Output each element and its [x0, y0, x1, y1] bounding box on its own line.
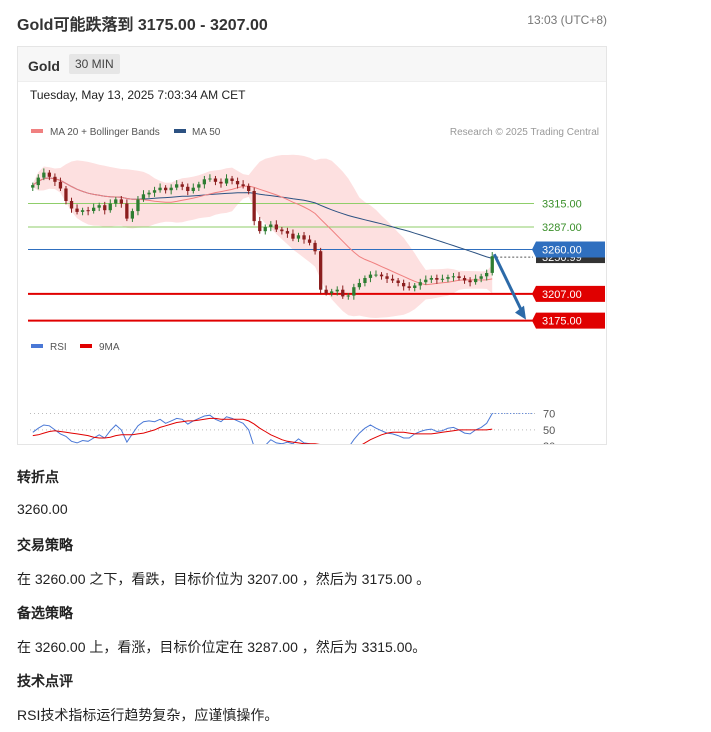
- level-label-3260-00: 3260.00: [542, 245, 582, 257]
- instrument-name: Gold: [28, 58, 60, 74]
- rsi-legend-swatch: [31, 344, 43, 348]
- price-chart: MA 20 + Bollinger Bands MA 50 Research ©…: [28, 127, 605, 444]
- alternative-heading: 备选策略: [17, 605, 73, 621]
- rsi-tick-label: 30: [543, 441, 555, 444]
- comment-heading: 技术点评: [17, 673, 73, 689]
- rsi-ma-legend-swatch: [80, 344, 92, 348]
- rsi-tick-label: 70: [543, 409, 555, 421]
- strategy-text: 在 3260.00 之下，看跌，目标价位为 3207.00 ，然后为 3175.…: [17, 571, 431, 587]
- level-label-3175-00: 3175.00: [542, 316, 582, 328]
- copyright-text: Research © 2025 Trading Central: [450, 127, 599, 138]
- publish-time: 13:03 (UTC+8): [527, 13, 607, 27]
- candle: [252, 187, 256, 226]
- rsi-legend-label: RSI: [50, 342, 67, 353]
- chart-datetime: Tuesday, May 13, 2025 7:03:34 AM CET: [30, 88, 246, 102]
- rsi-legend: RSI 9MA: [31, 342, 120, 353]
- candle: [319, 247, 323, 294]
- level-label-3207-00: 3207.00: [542, 289, 582, 301]
- ma20-legend-swatch: [31, 129, 43, 133]
- pivot-heading: 转折点: [17, 469, 59, 485]
- level-label-3315-00: 3315.00: [542, 199, 582, 211]
- chart-card-header: Gold 30 MIN: [18, 47, 606, 82]
- candle: [263, 224, 267, 235]
- article-title: Gold可能跌落到 3175.00 - 3207.00: [17, 17, 268, 34]
- strategy-heading: 交易策略: [17, 537, 73, 553]
- article-header: Gold可能跌落到 3175.00 - 3207.00 13:03 (UTC+8…: [17, 8, 607, 36]
- pivot-value: 3260.00: [17, 501, 68, 517]
- price-level-labels: 3250.993315.003287.003207.003175.003260.…: [532, 199, 605, 329]
- rsi-line: [32, 413, 493, 444]
- forecast-arrow-shaft: [492, 253, 525, 315]
- comment-text: RSI技术指标运行趋势复杂，应谨慎操作。: [17, 707, 279, 723]
- forecast-arrow: [492, 253, 526, 320]
- ma20-legend-label: MA 20 + Bollinger Bands: [50, 127, 160, 138]
- rsi-ma-line: [32, 417, 493, 444]
- alternative-text: 在 3260.00 上，看涨，目标价位定在 3287.00 ，然后为 3315.…: [17, 639, 427, 655]
- chart-card: Gold 30 MIN Tuesday, May 13, 2025 7:03:3…: [17, 46, 607, 445]
- ma50-legend-swatch: [174, 129, 186, 133]
- rsi-grid: 70 50 30: [30, 409, 555, 444]
- rsi-ma-legend-label: 9MA: [99, 342, 120, 353]
- rsi-tick-label: 50: [543, 425, 555, 437]
- ma50-legend-label: MA 50: [192, 127, 221, 138]
- interval-badge[interactable]: 30 MIN: [69, 54, 120, 74]
- candle: [258, 216, 262, 234]
- level-label-3287-00: 3287.00: [542, 222, 582, 234]
- price-legend: MA 20 + Bollinger Bands MA 50 Research ©…: [31, 127, 599, 138]
